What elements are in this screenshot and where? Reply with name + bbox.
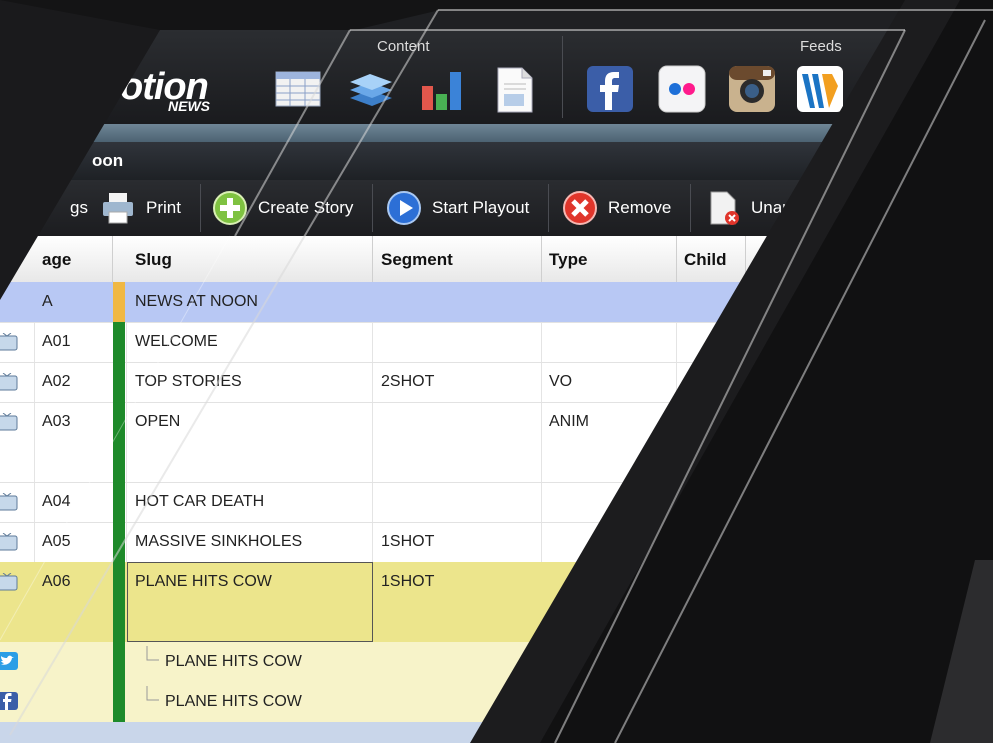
column-header-row: age Slug Segment Type Child C bbox=[0, 236, 993, 283]
cell-slug: PLANE HITS COW bbox=[135, 573, 272, 590]
tags-button-label: gs bbox=[70, 198, 88, 217]
tv-icon bbox=[0, 573, 18, 591]
bar-chart-icon[interactable] bbox=[418, 64, 466, 114]
cell-type: VO bbox=[549, 373, 573, 390]
table-row[interactable]: A03 OPEN ANIM bbox=[0, 402, 993, 483]
cell-slug: PLANE HITS COW bbox=[165, 653, 302, 670]
cell-slug: TOP STORIES bbox=[135, 373, 242, 390]
horizontal-scrollbar[interactable] bbox=[0, 722, 993, 743]
tv-icon bbox=[0, 333, 18, 351]
table-row[interactable]: A02 TOP STORIES 2SHOT VO bbox=[0, 362, 993, 403]
layers-icon[interactable] bbox=[346, 64, 394, 114]
print-button[interactable]: Print bbox=[100, 180, 181, 236]
rundown-title: oon bbox=[92, 151, 124, 170]
status-indicator bbox=[113, 562, 125, 642]
cell-type: T bbox=[549, 653, 559, 670]
table-row-selected[interactable]: A06 PLANE HITS COW 1SHOT bbox=[0, 562, 993, 643]
table-row-child[interactable]: PLANE HITS COW T bbox=[0, 642, 993, 683]
column-header-child[interactable]: Child bbox=[684, 236, 727, 282]
tags-button[interactable]: gs bbox=[70, 180, 88, 236]
print-button-label: Print bbox=[146, 198, 181, 217]
remove-button[interactable]: Remove bbox=[562, 180, 671, 236]
cell-slug: OPEN bbox=[135, 413, 181, 430]
status-indicator bbox=[113, 322, 125, 362]
facebook-small-icon bbox=[0, 692, 18, 710]
remove-button-label: Remove bbox=[608, 198, 672, 217]
start-playout-button[interactable]: Start Playout bbox=[386, 180, 529, 236]
rundown-grid-icon[interactable] bbox=[274, 64, 322, 114]
header-divider bbox=[562, 36, 563, 118]
cell-page: A03 bbox=[42, 413, 71, 430]
cell-slug: NEWS AT NOON bbox=[135, 293, 258, 310]
cell-slug: PLANE HITS COW bbox=[165, 693, 302, 710]
create-story-button-label: Create Story bbox=[258, 198, 354, 217]
column-header-page[interactable]: age bbox=[42, 236, 71, 282]
column-header-type[interactable]: Type bbox=[549, 236, 587, 282]
tv-icon bbox=[0, 413, 18, 431]
column-header-segment[interactable]: Segment bbox=[381, 236, 453, 282]
status-indicator bbox=[113, 362, 125, 402]
cell-segment: 2SHOT bbox=[381, 373, 435, 390]
instagram-icon[interactable] bbox=[728, 64, 776, 114]
cell-slug: MASSIVE SINKHOLES bbox=[135, 533, 303, 550]
document-icon[interactable] bbox=[490, 64, 538, 114]
cell-type: ANIM bbox=[549, 413, 589, 430]
cell-page: A02 bbox=[42, 373, 71, 390]
column-header-extra[interactable]: C bbox=[755, 236, 767, 282]
cell-page: A06 bbox=[42, 573, 71, 590]
rundown-title-bar: oon bbox=[0, 142, 993, 180]
tv-icon bbox=[0, 533, 18, 551]
start-playout-button-label: Start Playout bbox=[432, 198, 530, 217]
tv-icon bbox=[0, 493, 18, 511]
status-indicator bbox=[113, 282, 125, 322]
unarchive-icon bbox=[710, 191, 739, 225]
table-row-child[interactable]: PLANE HITS COW bbox=[0, 682, 993, 723]
child-connector-icon bbox=[146, 646, 159, 661]
cell-page: A04 bbox=[42, 493, 71, 510]
rundown-grid: age Slug Segment Type Child C A NEWS AT … bbox=[0, 236, 993, 743]
unarchive-button-label: Unar bbox=[751, 198, 788, 217]
app-logo-subtitle: NEWS bbox=[168, 98, 210, 114]
cell-page: A01 bbox=[42, 333, 71, 350]
status-indicator bbox=[113, 482, 125, 522]
unarchive-button[interactable]: Unar bbox=[705, 180, 788, 236]
cell-slug: WELCOME bbox=[135, 333, 218, 350]
child-connector-icon bbox=[146, 686, 159, 701]
cell-slug: HOT CAR DEATH bbox=[135, 493, 265, 510]
table-row[interactable]: A NEWS AT NOON bbox=[0, 282, 993, 323]
twitter-icon bbox=[0, 652, 18, 670]
cell-page: A05 bbox=[42, 533, 71, 550]
play-icon bbox=[387, 191, 421, 225]
status-indicator bbox=[113, 522, 125, 562]
app-window: otion NEWS Content Feeds oon gs Print Cr… bbox=[0, 0, 993, 743]
status-indicator bbox=[113, 402, 125, 482]
tv-icon bbox=[0, 373, 18, 391]
header-accent-bar bbox=[0, 124, 993, 142]
cell-segment: 1SHOT bbox=[381, 573, 435, 590]
plus-circle-icon bbox=[213, 191, 247, 225]
table-row[interactable]: A05 MASSIVE SINKHOLES 1SHOT bbox=[0, 522, 993, 563]
status-indicator bbox=[113, 682, 125, 722]
cell-segment: 1SHOT bbox=[381, 533, 435, 550]
create-story-button[interactable]: Create Story bbox=[212, 180, 353, 236]
content-group-label: Content bbox=[377, 38, 430, 55]
facebook-icon[interactable] bbox=[586, 64, 634, 114]
status-indicator bbox=[113, 642, 125, 682]
table-row[interactable]: A01 WELCOME bbox=[0, 322, 993, 363]
wire-feed-icon[interactable] bbox=[796, 64, 844, 114]
remove-icon bbox=[563, 191, 597, 225]
flickr-icon[interactable] bbox=[658, 64, 706, 114]
column-header-slug[interactable]: Slug bbox=[135, 236, 172, 282]
feeds-group-label: Feeds bbox=[800, 38, 842, 55]
printer-icon bbox=[103, 193, 133, 224]
cell-page: A bbox=[42, 293, 53, 310]
table-row[interactable]: A04 HOT CAR DEATH bbox=[0, 482, 993, 523]
